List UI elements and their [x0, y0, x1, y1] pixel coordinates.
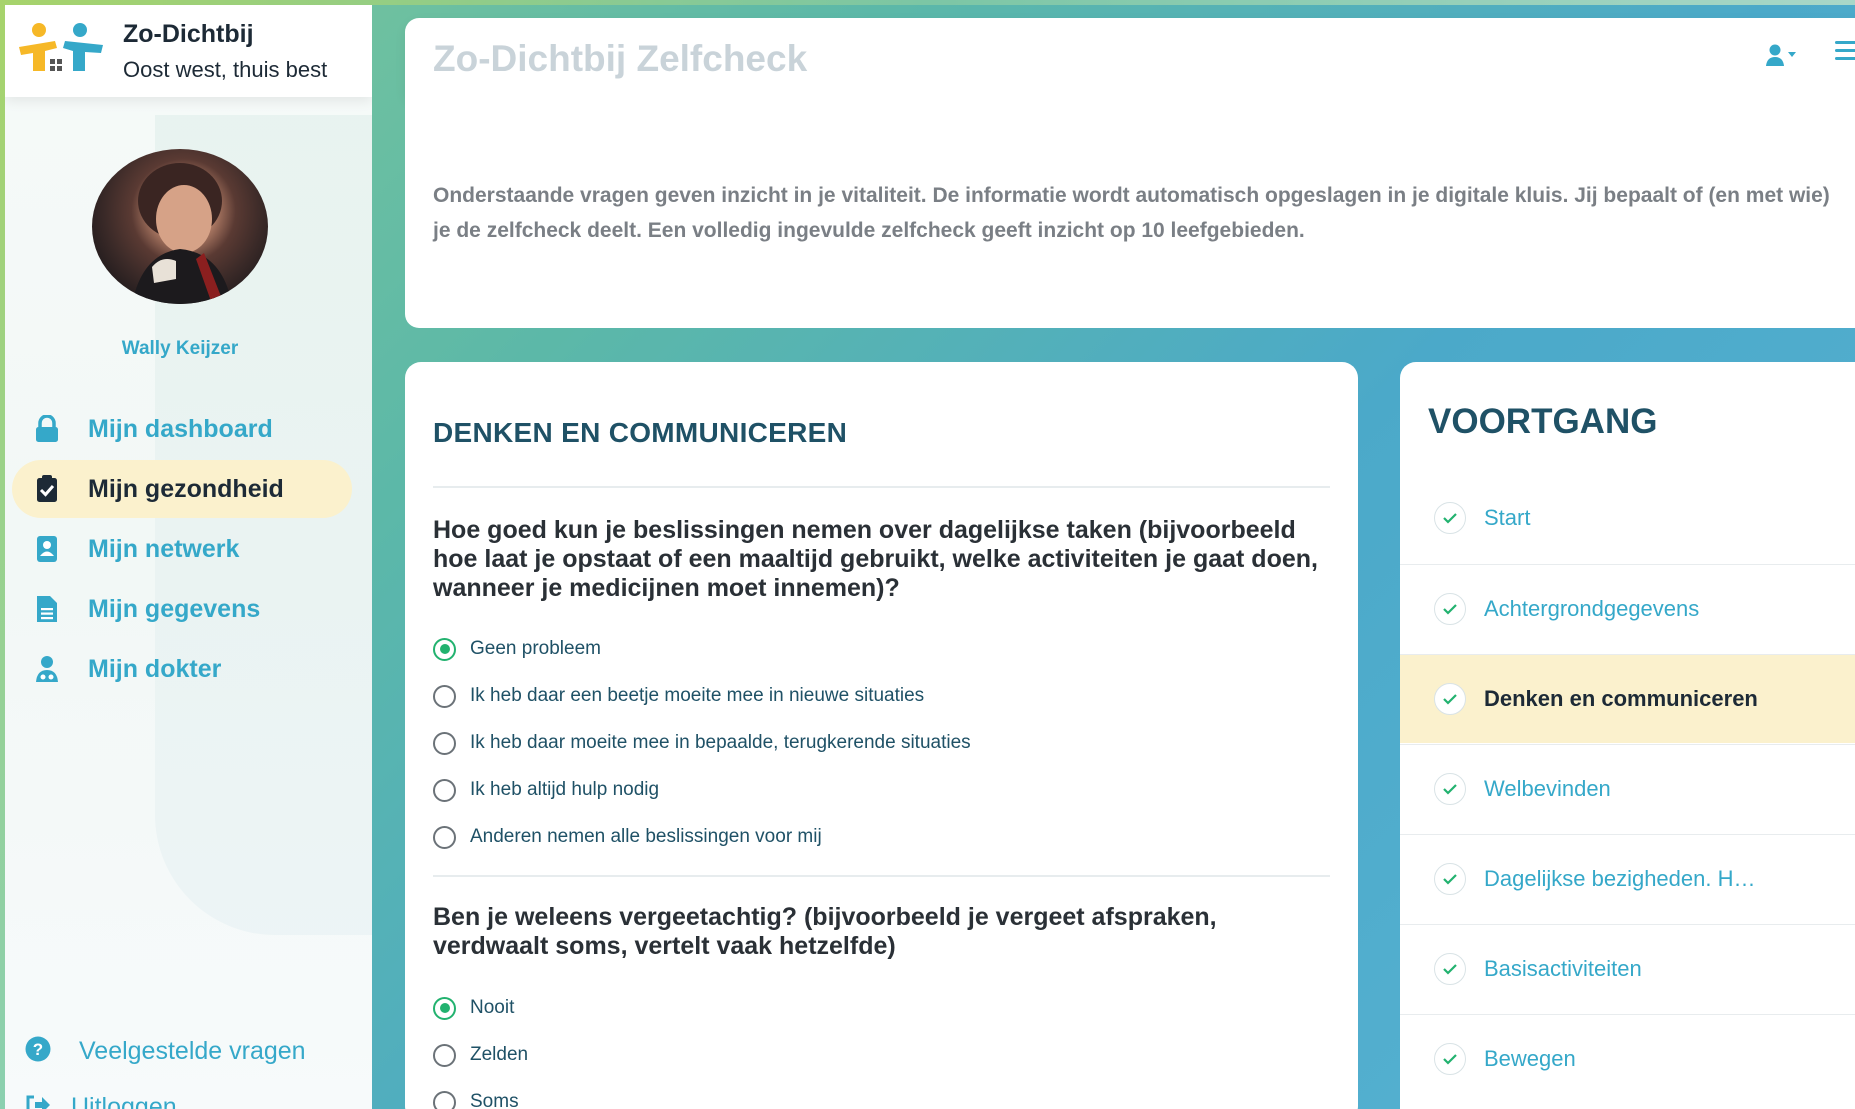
progress-step-dagelijkse-bezigheden[interactable]: Dagelijkse bezigheden. H… [1400, 834, 1855, 923]
doctor-icon [32, 654, 62, 684]
user-dropdown-icon [1766, 44, 1796, 66]
progress-title: VOORTGANG [1428, 402, 1658, 441]
clipboard-check-icon [32, 474, 62, 504]
question-text: Ben je weleens vergeetachtig? (bijvoorbe… [433, 903, 1217, 960]
step-label: Start [1484, 505, 1531, 530]
progress-step-basisactiviteiten[interactable]: Basisactiviteiten [1400, 924, 1855, 1013]
profile-photo [132, 163, 232, 304]
contact-book-icon [32, 534, 62, 564]
avatar[interactable] [92, 149, 268, 304]
option-label: Ik heb daar moeite mee in bepaalde, teru… [470, 732, 971, 753]
svg-text:?: ? [33, 1040, 43, 1059]
step-label: Welbevinden [1484, 776, 1611, 801]
check-icon [1434, 953, 1466, 985]
section-title: DENKEN EN COMMUNICEREN [433, 417, 848, 448]
nav-label: Mijn gegevens [88, 594, 261, 623]
brand-title: Zo-Dichtbij [123, 20, 254, 48]
radio-button[interactable] [433, 1090, 456, 1109]
nav-item-gezondheid[interactable]: Mijn gezondheid [12, 460, 352, 518]
progress-step-bewegen[interactable]: Bewegen [1400, 1014, 1855, 1103]
page-title: Zo-Dichtbij Zelfcheck [433, 38, 808, 79]
check-icon [1434, 593, 1466, 625]
radio-button[interactable] [433, 731, 456, 755]
step-label: Bewegen [1484, 1046, 1576, 1071]
sign-out-icon [25, 1094, 51, 1109]
nav-item-gegevens[interactable]: Mijn gegevens [12, 580, 352, 638]
answer-option[interactable]: Ik heb daar moeite mee in bepaalde, teru… [433, 729, 971, 757]
question-text: Hoe goed kun je beslissingen nemen over … [433, 516, 1318, 602]
intro-text: Onderstaande vragen geven inzicht in je … [433, 184, 1830, 242]
file-text-icon [32, 594, 62, 624]
faq-link[interactable]: ? Veelgestelde vragen [25, 1023, 306, 1079]
nav-label: Mijn gezondheid [88, 474, 284, 503]
option-label: Zelden [470, 1044, 529, 1065]
radio-button[interactable] [433, 637, 456, 661]
question-card: DENKEN EN COMMUNICEREN Hoe goed kun je b… [405, 362, 1358, 1109]
option-label: Soms [470, 1091, 519, 1109]
check-icon [1434, 1043, 1466, 1075]
step-label: Basisactiviteiten [1484, 956, 1642, 981]
logout-link[interactable]: Uitloggen [25, 1079, 306, 1109]
radio-button[interactable] [433, 825, 456, 849]
answer-option[interactable]: Anderen nemen alle beslissingen voor mij [433, 823, 822, 851]
zo-dichtbij-logo[interactable] [17, 21, 105, 79]
step-label: Dagelijkse bezigheden. H… [1484, 866, 1756, 891]
check-icon [1434, 683, 1466, 715]
answer-option[interactable]: Soms [433, 1088, 519, 1109]
radio-button[interactable] [433, 996, 456, 1020]
radio-button[interactable] [433, 684, 456, 708]
check-icon [1434, 863, 1466, 895]
faq-label: Veelgestelde vragen [79, 1036, 306, 1065]
option-label: Geen probleem [470, 638, 601, 659]
progress-step-start[interactable]: Start [1400, 474, 1855, 562]
sidebar-footer: ? Veelgestelde vragen Uitloggen [25, 1023, 306, 1109]
answer-option[interactable]: Zelden [433, 1041, 528, 1069]
user-menu-button[interactable] [1763, 40, 1799, 70]
nav-label: Mijn netwerk [88, 534, 240, 563]
nav-item-dashboard[interactable]: Mijn dashboard [12, 400, 352, 458]
intro-card: Onderstaande vragen geven inzicht in je … [405, 98, 1855, 328]
option-label: Nooit [470, 997, 515, 1018]
logout-label: Uitloggen [71, 1092, 177, 1109]
answer-option[interactable]: Ik heb daar een beetje moeite mee in nie… [433, 682, 924, 710]
lock-icon [32, 414, 62, 444]
radio-button[interactable] [433, 778, 456, 802]
sidebar: Zo-Dichtbij Oost west, thuis best Wally … [5, 5, 372, 1109]
nav-item-dokter[interactable]: Mijn dokter [12, 640, 352, 698]
step-label: Achtergrondgegevens [1484, 596, 1700, 621]
option-label: Anderen nemen alle beslissingen voor mij [470, 826, 822, 847]
answer-option[interactable]: Nooit [433, 994, 514, 1022]
check-icon [1434, 502, 1466, 534]
main-nav: Mijn dashboard Mijn gezondheid Mijn netw… [12, 400, 352, 700]
answer-option[interactable]: Ik heb altijd hulp nodig [433, 776, 659, 804]
option-label: Ik heb daar een beetje moeite mee in nie… [470, 685, 925, 706]
check-icon [1434, 773, 1466, 805]
brand-header: Zo-Dichtbij Oost west, thuis best [5, 5, 372, 97]
app-frame: Zo-Dichtbij Oost west, thuis best Wally … [0, 0, 1855, 1109]
divider [433, 486, 1330, 488]
progress-step-welbevinden[interactable]: Welbevinden [1400, 744, 1855, 833]
nav-item-netwerk[interactable]: Mijn netwerk [12, 520, 352, 578]
progress-card: VOORTGANG Start Achtergrondgegevens Denk… [1400, 362, 1855, 1109]
user-name[interactable]: Wally Keijzer [5, 338, 355, 360]
progress-step-achtergrondgegevens[interactable]: Achtergrondgegevens [1400, 564, 1855, 653]
brand-subtitle: Oost west, thuis best [123, 57, 328, 82]
answer-option[interactable]: Geen probleem [433, 635, 601, 663]
step-label: Denken en communiceren [1484, 686, 1758, 711]
option-label: Ik heb altijd hulp nodig [470, 779, 660, 800]
nav-label: Mijn dashboard [88, 414, 273, 443]
radio-button[interactable] [433, 1043, 456, 1067]
nav-label: Mijn dokter [88, 654, 222, 683]
progress-step-denken-en-communiceren[interactable]: Denken en communiceren [1400, 654, 1855, 743]
divider [433, 875, 1330, 877]
question-circle-icon: ? [25, 1036, 51, 1067]
hamburger-menu-icon[interactable] [1833, 36, 1855, 66]
top-bar: Zo-Dichtbij Zelfcheck [405, 18, 1855, 98]
